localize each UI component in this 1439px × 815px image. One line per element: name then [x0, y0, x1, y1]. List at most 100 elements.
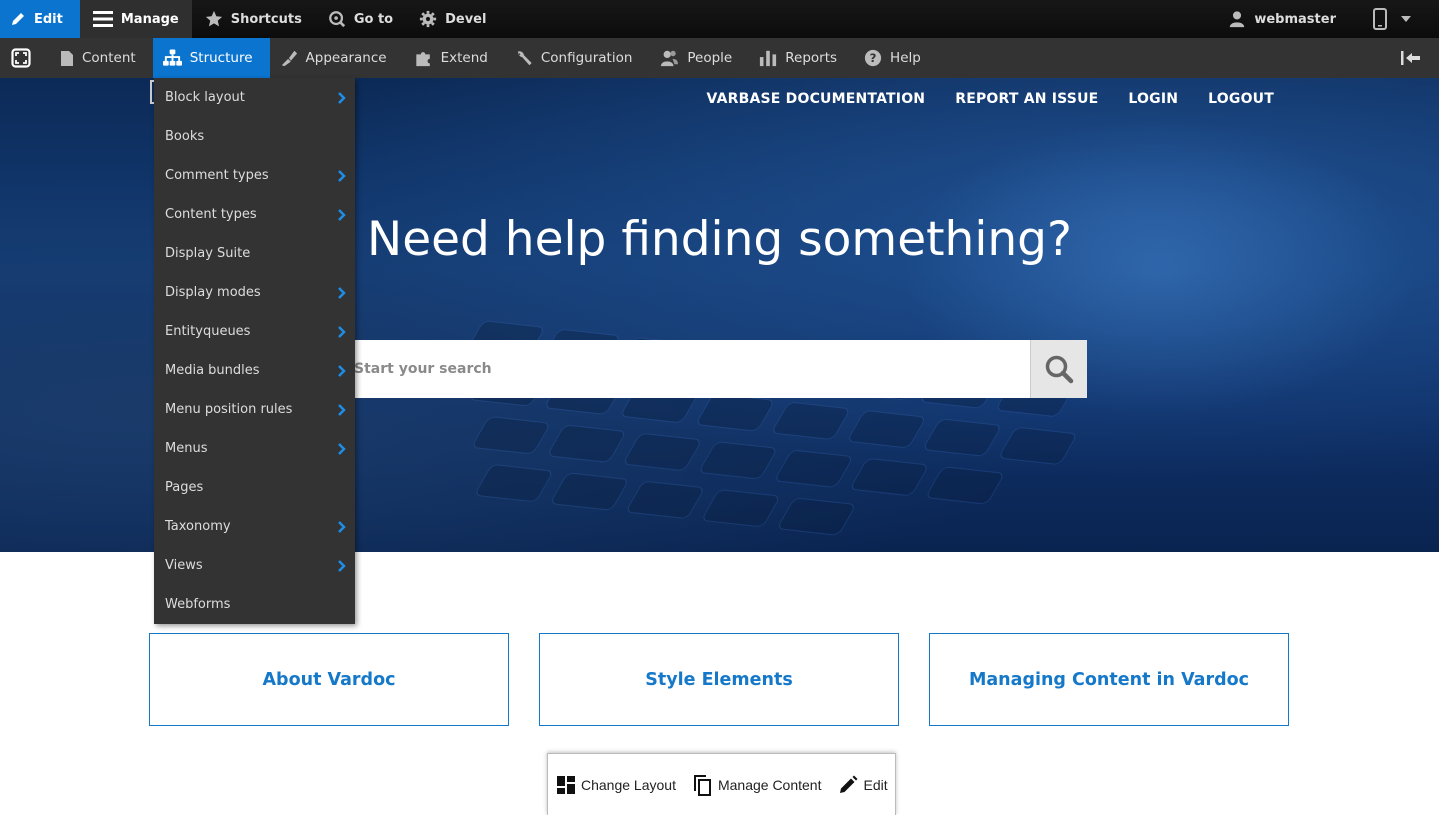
card-style-elements[interactable]: Style Elements [539, 633, 899, 726]
puzzle-icon [415, 52, 430, 67]
shortcuts-label: Shortcuts [230, 11, 302, 27]
menu-item-label: Webforms [165, 597, 231, 612]
people-icon [661, 50, 679, 67]
devel-label: Devel [445, 11, 487, 27]
admin-tray: Content Structure Appearance Extend Conf… [0, 38, 1439, 78]
change-layout-button[interactable]: Change Layout [557, 775, 676, 794]
bar-chart-icon [760, 50, 777, 67]
tray-item-label: Structure [189, 50, 253, 66]
menu-item-menus[interactable]: Menus [154, 429, 355, 468]
devel-button[interactable]: Devel [406, 0, 499, 38]
tray-item-label: People [687, 50, 733, 66]
manage-button[interactable]: Manage [79, 0, 192, 38]
tray-item-configuration[interactable]: Configuration [505, 38, 650, 78]
svg-text:?: ? [870, 51, 877, 65]
page-icon [61, 50, 73, 66]
menu-item-books[interactable]: Books [154, 117, 355, 156]
nav-link-documentation[interactable]: VARBASE DOCUMENTATION [707, 91, 926, 107]
tray-item-content[interactable]: Content [50, 38, 153, 78]
menu-item-label: Menus [165, 441, 208, 456]
search-form [352, 340, 1087, 398]
menu-item-label: Content types [165, 207, 257, 222]
tray-item-label: Help [890, 50, 921, 66]
menu-item-label: Block layout [165, 90, 245, 105]
site-header-nav: VARBASE DOCUMENTATION REPORT AN ISSUE LO… [707, 91, 1274, 107]
card-managing-content[interactable]: Managing Content in Vardoc [929, 633, 1289, 726]
layout-grid-icon [557, 775, 575, 794]
responsive-preview-button[interactable] [1360, 0, 1439, 38]
menu-item-block-layout[interactable]: Block layout [154, 78, 355, 117]
manage-content-button[interactable]: Manage Content [692, 774, 822, 796]
tray-item-reports[interactable]: Reports [749, 38, 854, 78]
user-icon [1230, 11, 1245, 28]
pencil-icon [12, 13, 24, 25]
card-about-vardoc[interactable]: About Vardoc [149, 633, 509, 726]
user-menu-button[interactable]: webmaster [1215, 0, 1360, 38]
copy-icon [693, 774, 711, 796]
nav-link-logout[interactable]: LOGOUT [1208, 91, 1274, 107]
edit-label: Edit [34, 11, 63, 27]
chevron-right-icon [338, 442, 346, 455]
card-links: About Vardoc Style Elements Managing Con… [149, 633, 1289, 726]
menu-item-entityqueues[interactable]: Entityqueues [154, 312, 355, 351]
chevron-right-icon [338, 286, 346, 299]
nav-link-login[interactable]: LOGIN [1128, 91, 1178, 107]
chevron-right-icon [338, 208, 346, 221]
goto-search-icon [328, 11, 345, 28]
tray-item-extend[interactable]: Extend [404, 38, 505, 78]
menu-item-pages[interactable]: Pages [154, 468, 355, 507]
goto-label: Go to [353, 11, 394, 27]
menu-item-label: Display modes [165, 285, 261, 300]
orientation-icon [11, 48, 31, 68]
sitemap-icon [162, 49, 182, 66]
shortcuts-button[interactable]: Shortcuts [192, 0, 315, 38]
menu-item-display-suite[interactable]: Display Suite [154, 234, 355, 273]
menu-item-taxonomy[interactable]: Taxonomy [154, 507, 355, 546]
menu-item-comment-types[interactable]: Comment types [154, 156, 355, 195]
chevron-right-icon [338, 520, 346, 533]
tray-item-label: Appearance [305, 50, 387, 66]
chevron-right-icon [338, 403, 346, 416]
layout-builder-toolbar: Change Layout Manage Content Edit [547, 753, 896, 815]
menu-item-display-modes[interactable]: Display modes [154, 273, 355, 312]
chevron-right-icon [338, 91, 346, 104]
edit-toggle-button[interactable]: Edit [0, 0, 80, 38]
menu-item-label: Entityqueues [165, 324, 251, 339]
menu-item-label: Pages [165, 480, 204, 495]
menu-item-label: Comment types [165, 168, 269, 183]
star-icon [205, 10, 222, 27]
menu-item-label: Taxonomy [165, 519, 231, 534]
nav-link-report-issue[interactable]: REPORT AN ISSUE [955, 91, 1098, 107]
menu-item-label: Views [165, 558, 203, 573]
hamburger-icon [92, 11, 113, 27]
menu-item-menu-position-rules[interactable]: Menu position rules [154, 390, 355, 429]
tray-item-appearance[interactable]: Appearance [270, 38, 404, 78]
tray-item-label: Extend [440, 50, 488, 66]
chevron-right-icon [338, 364, 346, 377]
search-button[interactable] [1030, 340, 1087, 398]
mobile-device-icon [1373, 8, 1387, 30]
paintbrush-icon [281, 50, 297, 67]
wrench-icon [517, 50, 532, 66]
menu-item-views[interactable]: Views [154, 546, 355, 585]
help-icon: ? [864, 49, 882, 67]
lb-edit-button[interactable]: Edit [838, 775, 888, 795]
tray-collapse-button[interactable] [1391, 38, 1439, 78]
collapse-arrow-icon [1401, 51, 1420, 65]
lb-edit-label: Edit [863, 776, 888, 793]
menu-item-content-types[interactable]: Content types [154, 195, 355, 234]
search-input[interactable] [352, 340, 1030, 398]
username-label: webmaster [1254, 11, 1336, 27]
tray-item-help[interactable]: ? Help [854, 38, 938, 78]
tray-item-people[interactable]: People [649, 38, 749, 78]
chevron-right-icon [338, 169, 346, 182]
pencil-icon [839, 775, 857, 793]
tray-item-label: Reports [785, 50, 838, 66]
menu-item-media-bundles[interactable]: Media bundles [154, 351, 355, 390]
tray-orientation-toggle[interactable] [0, 38, 50, 78]
menu-item-webforms[interactable]: Webforms [154, 585, 355, 624]
caret-down-icon [1401, 16, 1411, 22]
goto-button[interactable]: Go to [315, 0, 406, 38]
tray-item-structure[interactable]: Structure [152, 38, 270, 78]
chevron-right-icon [338, 325, 346, 338]
